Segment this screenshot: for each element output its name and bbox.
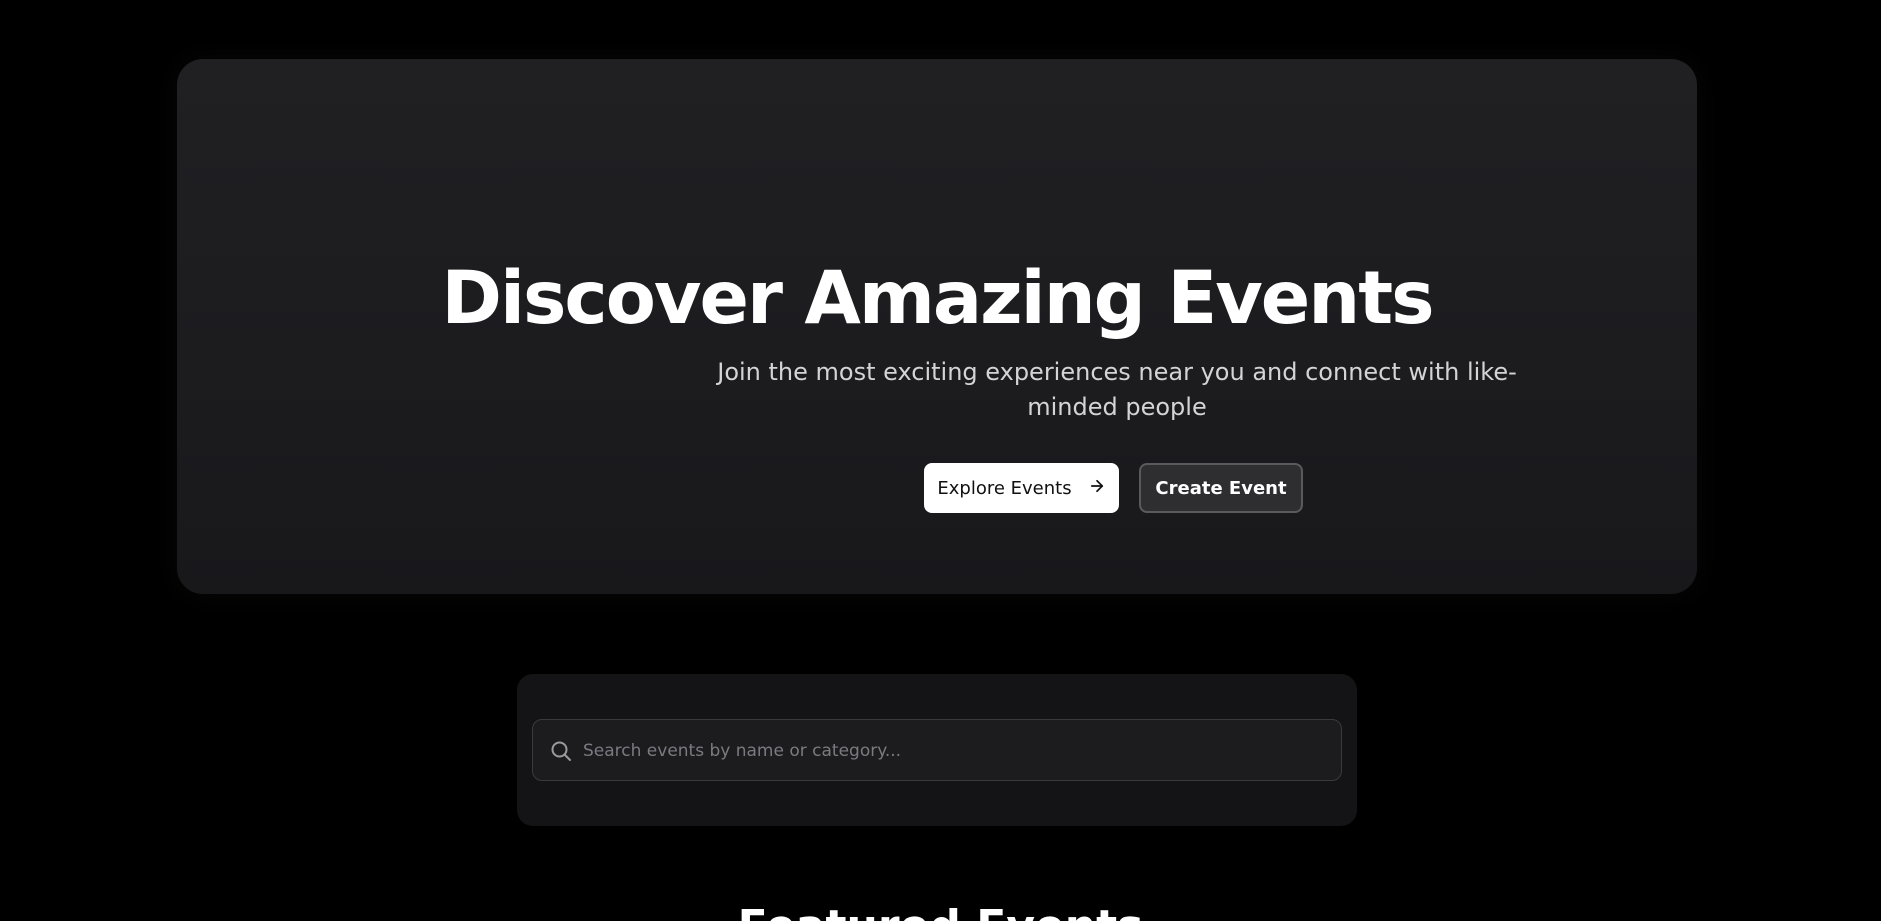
explore-events-button[interactable]: Explore Events [924, 463, 1119, 513]
search-panel [517, 674, 1357, 826]
hero-banner: Discover Amazing Events Join the most ex… [177, 59, 1697, 594]
page: Discover Amazing Events Join the most ex… [0, 0, 1881, 921]
hero-title: Discover Amazing Events [441, 256, 1434, 341]
arrow-right-icon [1088, 477, 1106, 500]
featured-events-heading: Featured Events [0, 902, 1881, 921]
create-event-button[interactable]: Create Event [1139, 463, 1303, 513]
search-box[interactable] [532, 719, 1342, 782]
search-input[interactable] [581, 720, 1325, 782]
explore-events-label: Explore Events [937, 477, 1072, 499]
search-icon [549, 739, 573, 763]
create-event-label: Create Event [1155, 477, 1287, 499]
hero-subtitle: Join the most exciting experiences near … [717, 358, 1517, 421]
